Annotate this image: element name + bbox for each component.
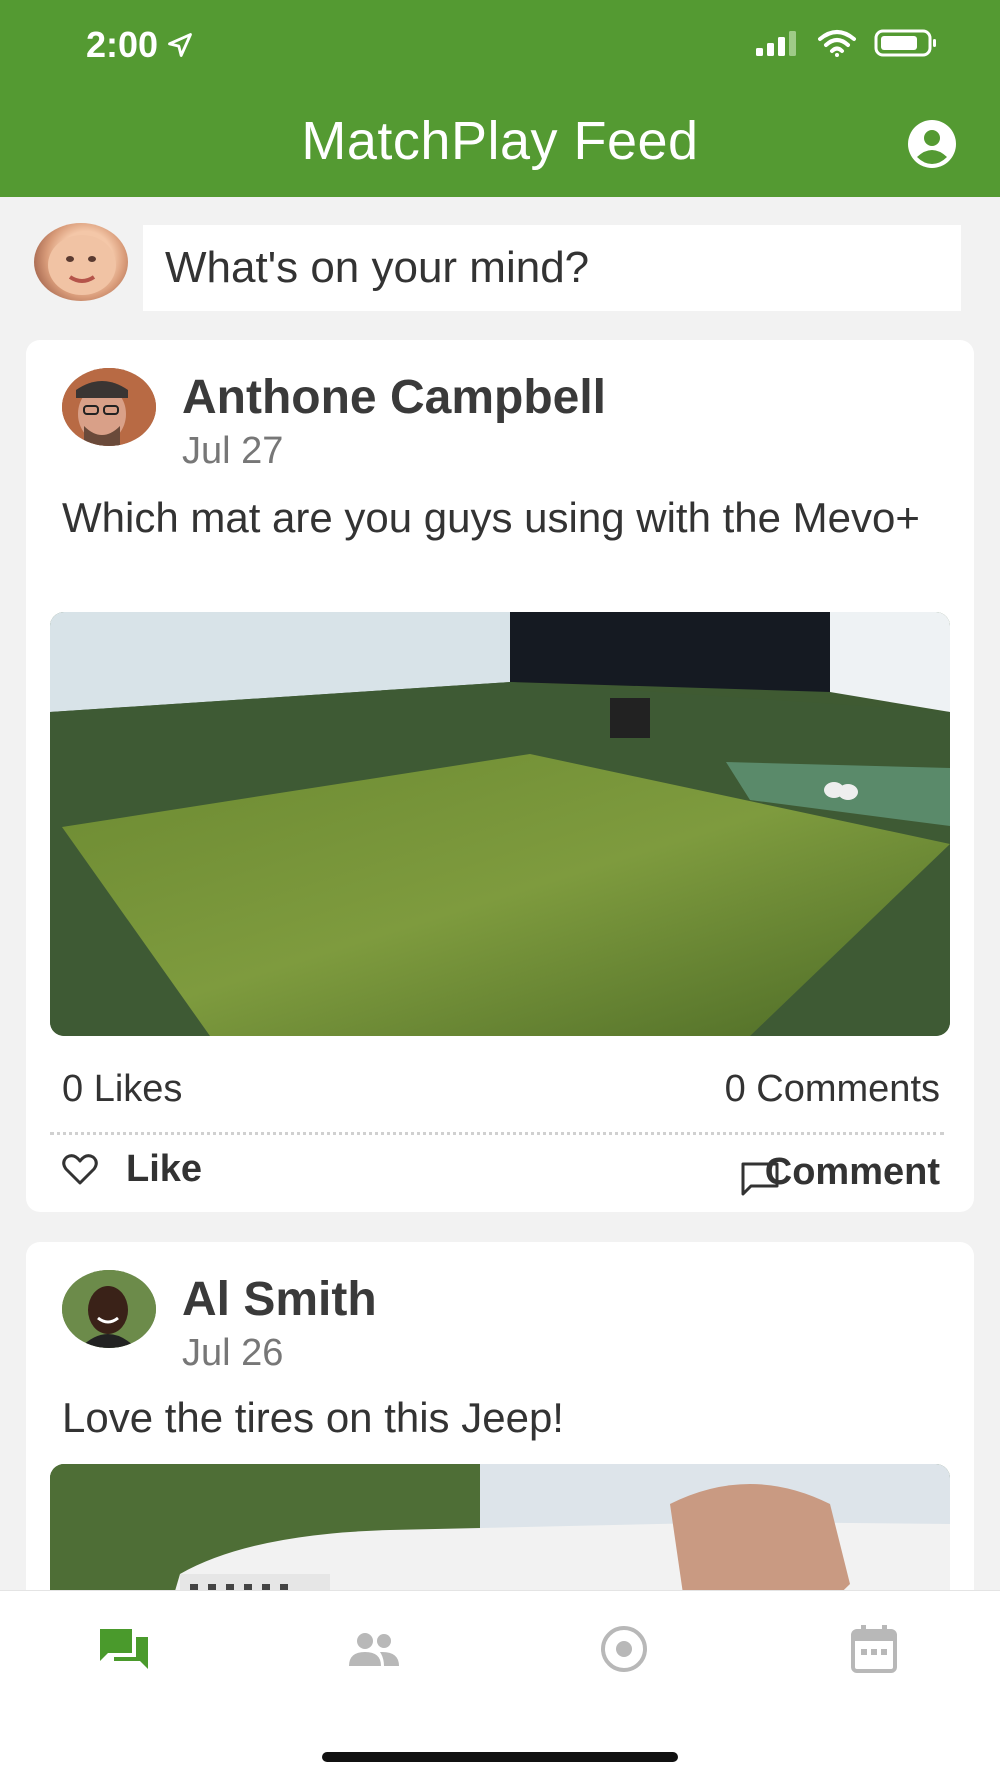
bottom-tab-bar — [0, 1590, 1000, 1779]
calendar-icon — [851, 1625, 897, 1673]
author-avatar[interactable] — [62, 368, 156, 446]
target-icon — [601, 1626, 647, 1672]
post-composer — [0, 197, 1000, 337]
like-label: Like — [126, 1148, 203, 1190]
like-button[interactable]: Like — [62, 1148, 202, 1191]
feed-icon — [100, 1629, 148, 1669]
whats-on-your-mind-input[interactable] — [143, 225, 961, 311]
post-date: Jul 26 — [182, 1332, 284, 1374]
page-title: MatchPlay Feed — [301, 111, 699, 171]
account-circle-icon — [908, 120, 956, 168]
author-name[interactable]: Al Smith — [182, 1272, 377, 1327]
wifi-icon — [818, 30, 856, 57]
comments-count[interactable]: 0 Comments — [725, 1068, 940, 1111]
status-icons — [756, 28, 938, 58]
baby-face-illustration — [48, 235, 116, 295]
man-portrait-illustration — [62, 368, 156, 446]
comment-label: Comment — [764, 1150, 940, 1193]
profile-button[interactable] — [906, 118, 958, 170]
people-icon — [349, 1633, 399, 1666]
tab-target[interactable] — [594, 1619, 654, 1679]
post-image[interactable] — [50, 612, 950, 1036]
man-portrait-illustration — [62, 1270, 156, 1348]
likes-count: 0 Likes — [62, 1068, 183, 1110]
golf-mat-photo — [50, 612, 950, 1036]
home-indicator — [322, 1752, 678, 1762]
tab-calendar[interactable] — [844, 1619, 904, 1679]
heart-outline-icon — [62, 1153, 98, 1184]
location-arrow-icon — [168, 33, 192, 57]
tab-people[interactable] — [344, 1619, 404, 1679]
status-time: 2:00 — [86, 24, 194, 66]
app-header: 2:00 MatchPlay Feed — [0, 0, 1000, 197]
current-user-avatar[interactable] — [34, 223, 128, 301]
post-card: Al Smith Jul 26 Love the tires on this J… — [26, 1242, 974, 1642]
divider — [50, 1132, 944, 1135]
author-name[interactable]: Anthone Campbell — [182, 370, 606, 425]
post-stats: 0 Likes 0 Comments — [62, 1068, 940, 1111]
comment-button[interactable]: Comment — [741, 1148, 940, 1196]
tab-feed[interactable] — [94, 1619, 154, 1679]
author-avatar[interactable] — [62, 1270, 156, 1348]
post-date: Jul 27 — [182, 430, 284, 472]
signal-icon — [756, 31, 796, 56]
post-text: Which mat are you guys using with the Me… — [62, 494, 920, 541]
post-text: Love the tires on this Jeep! — [62, 1394, 564, 1441]
post-card: Anthone Campbell Jul 27 Which mat are yo… — [26, 340, 974, 1212]
battery-icon — [874, 29, 936, 57]
